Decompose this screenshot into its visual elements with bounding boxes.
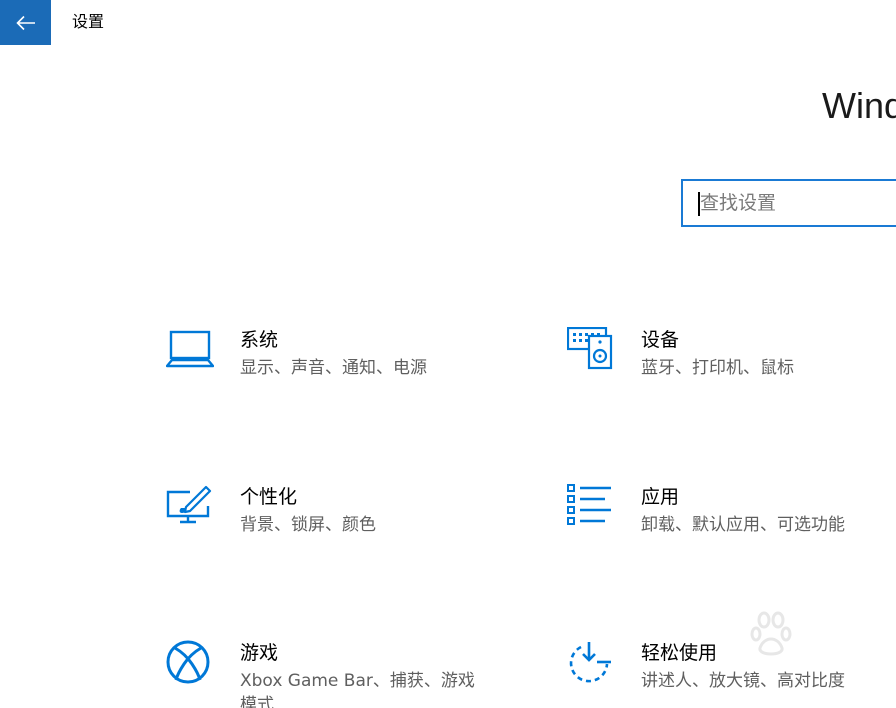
back-arrow-icon xyxy=(15,15,35,30)
back-button[interactable] xyxy=(0,0,51,45)
tile-title: 应用 xyxy=(641,486,680,508)
tile-description: 背景、锁屏、颜色 xyxy=(240,515,376,535)
tile-description: 卸载、默认应用、可选功能 xyxy=(641,515,845,535)
tile-description: 蓝牙、打印机、鼠标 xyxy=(641,358,794,378)
personalization-icon xyxy=(166,484,214,532)
tile-title: 个性化 xyxy=(240,486,298,508)
tile-description: 显示、声音、通知、电源 xyxy=(240,358,427,378)
tile-description: 讲述人、放大镜、高对比度 xyxy=(641,671,845,691)
tile-apps[interactable]: 应用 卸载、默认应用、可选功能 xyxy=(567,484,896,564)
tile-title: 轻松使用 xyxy=(641,642,718,664)
tile-system[interactable]: 系统 显示、声音、通知、电源 xyxy=(165,327,496,407)
tile-title: 设备 xyxy=(641,329,680,351)
tile-description: Xbox Game Bar、捕获、游戏模式 xyxy=(240,671,475,708)
search-box[interactable] xyxy=(681,179,896,227)
window-title: 设置 xyxy=(72,12,105,31)
tile-title: 系统 xyxy=(240,329,279,351)
page-title: Windows 设置 xyxy=(822,85,896,126)
devices-icon xyxy=(566,326,615,375)
tile-title: 游戏 xyxy=(240,642,279,664)
ease-of-access-icon xyxy=(567,640,615,688)
apps-icon xyxy=(567,484,615,532)
xbox-icon xyxy=(166,640,214,688)
laptop-icon xyxy=(165,327,215,375)
settings-window: 设置 Windows 设置 系统 显示、声音、通知、电源 xyxy=(0,0,896,708)
tile-devices[interactable]: 设备 蓝牙、打印机、鼠标 xyxy=(566,326,896,407)
tile-ease-of-access[interactable]: 轻松使用 讲述人、放大镜、高对比度 xyxy=(567,640,896,708)
tile-gaming[interactable]: 游戏 Xbox Game Bar、捕获、游戏模式 xyxy=(166,640,496,708)
search-input[interactable] xyxy=(700,190,896,216)
tile-personalization[interactable]: 个性化 背景、锁屏、颜色 xyxy=(166,484,496,564)
